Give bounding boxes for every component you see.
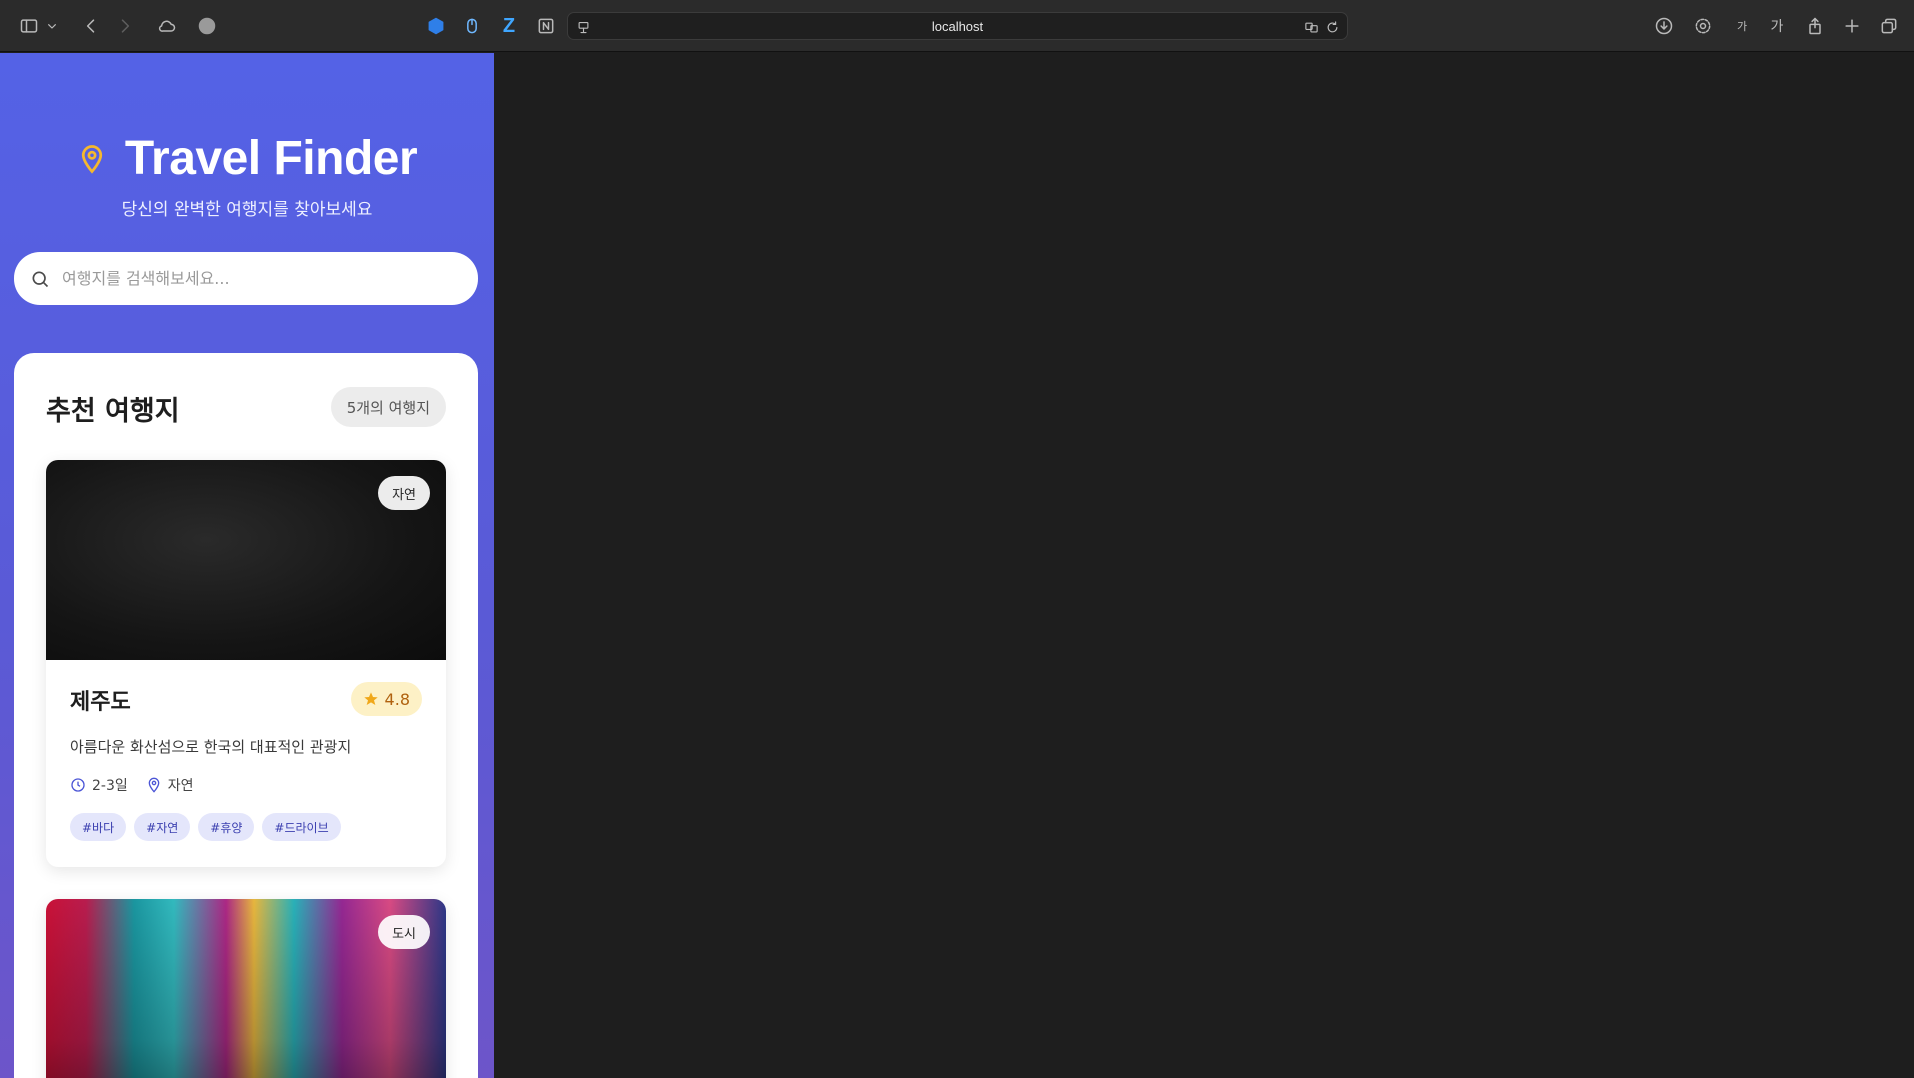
tag-chip[interactable]: #자연 (134, 813, 191, 841)
extension-z-icon[interactable]: Z (496, 13, 522, 39)
rating-value: 4.8 (384, 689, 410, 709)
back-arrow-icon[interactable] (78, 13, 104, 39)
app-header: Travel Finder (0, 131, 494, 186)
destination-image: 도시 (46, 899, 446, 1078)
destination-image: 자연 (46, 460, 446, 660)
notion-icon[interactable] (533, 13, 559, 39)
profile-avatar-icon[interactable] (194, 13, 220, 39)
gear-icon[interactable] (1690, 13, 1716, 39)
share-icon[interactable] (1802, 13, 1828, 39)
extension-mouse-icon[interactable] (459, 13, 485, 39)
travel-finder-app: Travel Finder 당신의 완벽한 여행지를 찾아보세요 추천 여행지 … (0, 53, 494, 1078)
search-input[interactable] (62, 269, 442, 288)
map-pin-icon (148, 777, 160, 793)
type-text: 자연 (167, 778, 194, 794)
address-bar[interactable]: localhost (567, 12, 1348, 40)
sidebar-toggle-icon[interactable] (16, 13, 42, 39)
destination-description: 아름다운 화산섬으로 한국의 대표적인 관광지 (70, 738, 352, 756)
rating-badge: 4.8 (350, 682, 422, 716)
tab-overview-icon[interactable] (1876, 13, 1902, 39)
tag-list: #바다 #자연 #휴양 #드라이브 (70, 813, 422, 841)
section-title: 추천 여행지 (46, 396, 180, 427)
text-smaller-icon[interactable]: 가 (1729, 13, 1755, 39)
extension-hexagon-icon[interactable] (423, 13, 449, 39)
downloads-icon[interactable] (1651, 13, 1677, 39)
url-text: localhost (931, 19, 984, 34)
category-badge: 도시 (378, 915, 430, 949)
destination-meta: 2-3일 자연 (70, 775, 422, 795)
destination-card[interactable]: 자연 제주도 4.8 아름다운 화산섬으로 한국의 대표적인 관광지 2-3일 (46, 460, 446, 867)
reload-icon[interactable] (1322, 17, 1342, 37)
tag-chip[interactable]: #바다 (70, 813, 127, 841)
recommendations-panel: 추천 여행지 5개의 여행지 자연 제주도 4.8 아름다운 화산섬으로 한국의… (14, 353, 478, 1078)
tag-chip[interactable]: #휴양 (198, 813, 255, 841)
result-count-badge: 5개의 여행지 (330, 387, 446, 427)
search-bar[interactable] (14, 252, 478, 305)
search-icon (32, 271, 49, 287)
type-info: 자연 (146, 775, 194, 795)
text-larger-icon[interactable]: 가 (1764, 13, 1790, 39)
map-pin-icon (81, 144, 102, 174)
destination-card[interactable]: 도시 (46, 899, 446, 1078)
app-subtitle: 당신의 완벽한 여행지를 찾아보세요 (121, 200, 373, 220)
new-tab-plus-icon[interactable] (1839, 13, 1865, 39)
cloud-icon[interactable] (154, 13, 180, 39)
duration-info: 2-3일 (70, 775, 128, 795)
chevron-down-icon[interactable] (44, 13, 60, 39)
app-title: Travel Finder (124, 132, 418, 185)
browser-toolbar: Z localhost 가 가 (0, 0, 1914, 52)
duration-text: 2-3일 (92, 778, 128, 794)
translate-icon[interactable] (1301, 17, 1321, 37)
star-icon (363, 692, 378, 705)
forward-arrow-icon[interactable] (112, 13, 138, 39)
tag-chip[interactable]: #드라이브 (262, 813, 341, 841)
category-badge: 자연 (378, 476, 430, 510)
clock-icon (71, 778, 85, 792)
